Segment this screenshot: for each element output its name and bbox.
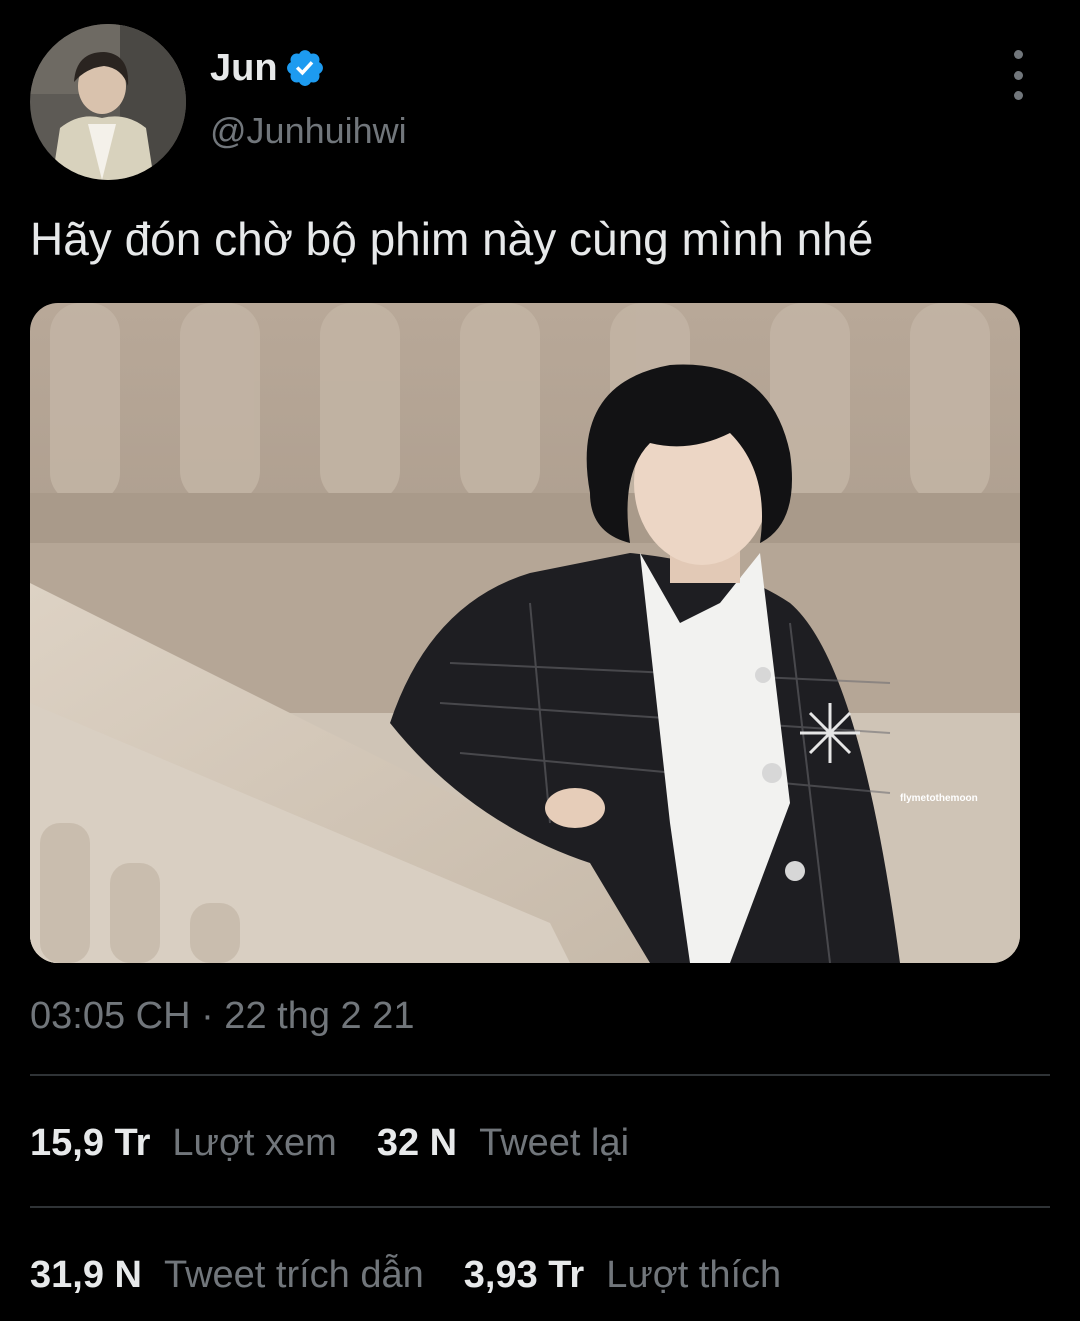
- more-dot: [1013, 50, 1023, 59]
- likes-count: 3,93 Tr: [463, 1253, 585, 1296]
- retweets-label: Tweet lại: [479, 1121, 630, 1164]
- quotes-count: 31,9 N: [30, 1253, 142, 1296]
- divider: [30, 1206, 1050, 1208]
- author-avatar[interactable]: [30, 24, 186, 180]
- views-label: Lượt xem: [172, 1121, 337, 1164]
- retweets-stat[interactable]: 32 N Tweet lại: [377, 1122, 629, 1165]
- author-handle[interactable]: @Junhuihwi: [210, 110, 407, 152]
- author-name[interactable]: Jun: [210, 47, 278, 90]
- likes-label: Lượt thích: [606, 1253, 782, 1296]
- views-count: 15,9 Tr: [30, 1121, 151, 1164]
- more-dot: [1013, 70, 1023, 80]
- tweet-text: Hãy đón chờ bộ phim này cùng mình nhé: [30, 213, 874, 265]
- quotes-stat[interactable]: 31,9 N Tweet trích dẫn: [30, 1254, 424, 1297]
- quotes-label: Tweet trích dẫn: [163, 1253, 424, 1296]
- tweet-media-image[interactable]: flymetothemoon: [30, 303, 1020, 963]
- more-options-icon[interactable]: [998, 50, 1038, 100]
- author-name-row[interactable]: Jun: [210, 40, 326, 96]
- tweet-timestamp[interactable]: 03:05 CH · 22 thg 2 21: [30, 995, 414, 1038]
- stats-row-2: 31,9 N Tweet trích dẫn 3,93 Tr Lượt thíc…: [30, 1245, 821, 1305]
- retweets-count: 32 N: [376, 1121, 458, 1164]
- verified-badge-icon: [286, 50, 323, 86]
- more-dot: [1013, 91, 1023, 100]
- media-watermark: flymetothemoon: [900, 793, 978, 804]
- views-stat[interactable]: 15,9 Tr Lượt xem: [30, 1122, 337, 1165]
- likes-stat[interactable]: 3,93 Tr Lượt thích: [464, 1254, 781, 1297]
- stats-row-1: 15,9 Tr Lượt xem 32 N Tweet lại: [30, 1113, 669, 1173]
- divider: [30, 1074, 1050, 1076]
